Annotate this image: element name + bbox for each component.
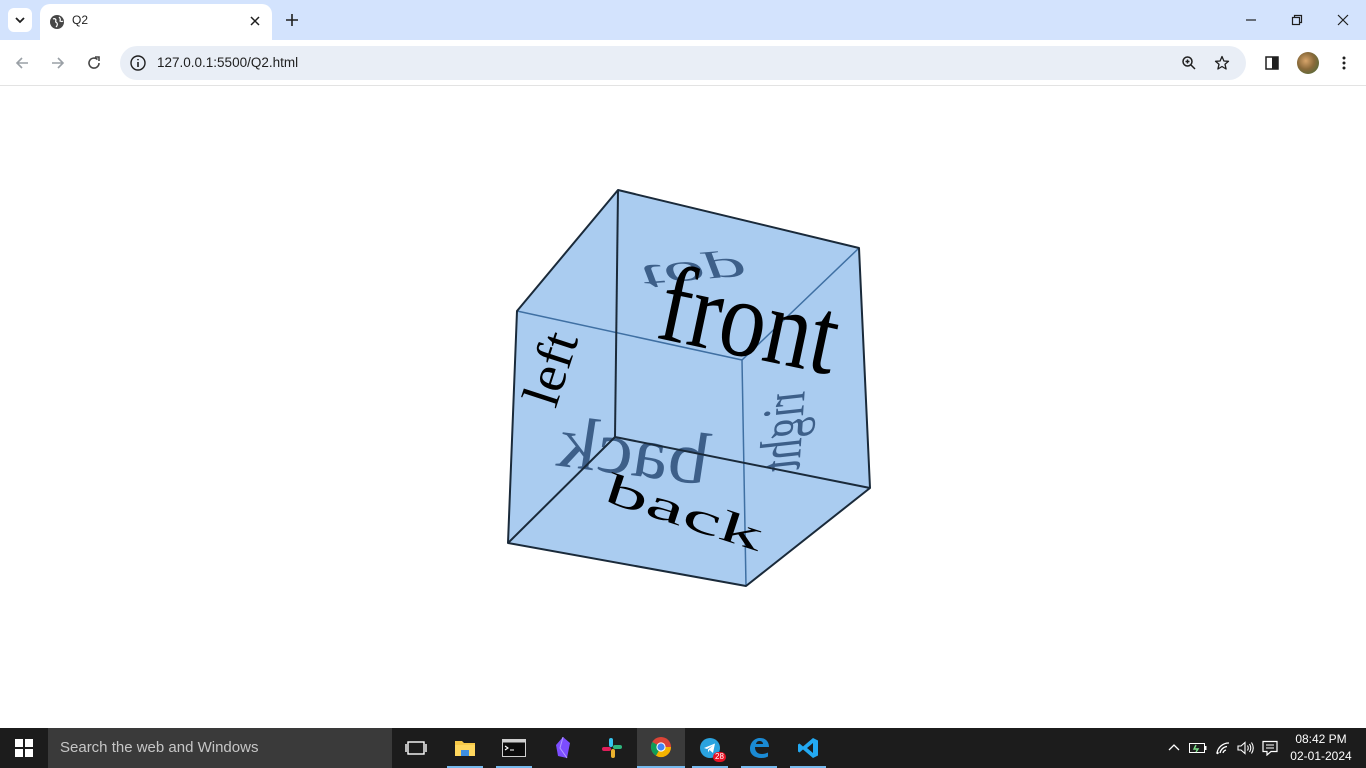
kebab-menu-icon: [1342, 56, 1346, 70]
taskbar-clock[interactable]: 08:42 PM 02-01-2024: [1288, 731, 1354, 765]
star-icon: [1214, 55, 1230, 70]
vscode-icon: [798, 738, 818, 758]
cube-label-right: right: [747, 389, 818, 476]
battery-button[interactable]: [1187, 728, 1209, 768]
telegram-button[interactable]: 28: [686, 728, 734, 768]
minimize-icon: [1246, 19, 1256, 21]
start-button[interactable]: [0, 728, 48, 768]
cube-scene: top back right front left back: [507, 189, 871, 587]
chrome-icon: [650, 737, 672, 758]
reload-icon: [88, 56, 100, 69]
edge-icon: [750, 738, 769, 758]
close-window-button[interactable]: [1333, 10, 1353, 30]
tab-close-button[interactable]: [246, 12, 264, 30]
address-bar[interactable]: 127.0.0.1:5500/Q2.html: [120, 46, 1246, 80]
browser-tab[interactable]: Q2: [40, 4, 272, 40]
new-tab-button[interactable]: [282, 10, 302, 30]
bookmark-button[interactable]: [1213, 54, 1231, 72]
restore-icon: [1291, 14, 1303, 26]
arrow-left-icon: [15, 57, 28, 69]
notification-icon: [1262, 740, 1278, 756]
taskbar-search-placeholder[interactable]: Search the web and Windows: [60, 739, 258, 756]
browser-toolbar: 127.0.0.1:5500/Q2.html: [0, 40, 1366, 86]
folder-icon: [455, 741, 475, 756]
chrome-button[interactable]: [637, 728, 685, 768]
restore-button[interactable]: [1287, 10, 1307, 30]
side-panel-icon: [1265, 56, 1279, 70]
zoom-button[interactable]: [1180, 54, 1198, 72]
volume-button[interactable]: [1235, 728, 1257, 768]
speaker-icon: [1237, 741, 1254, 755]
back-button[interactable]: [11, 52, 33, 74]
telegram-badge: 28: [713, 752, 726, 762]
url-text[interactable]: 127.0.0.1:5500/Q2.html: [157, 55, 298, 70]
windows-logo-icon: [15, 739, 33, 757]
reload-button[interactable]: [83, 52, 105, 74]
chevron-up-icon: [1168, 744, 1180, 751]
forward-button[interactable]: [47, 52, 69, 74]
taskbar-search-box[interactable]: Search the web and Windows: [48, 728, 392, 768]
close-icon: [1337, 14, 1349, 26]
page-viewport: top back right front left back: [0, 87, 1366, 728]
tab-title: Q2: [72, 13, 89, 27]
minimize-button[interactable]: [1241, 10, 1261, 30]
tray-overflow-button[interactable]: [1164, 728, 1184, 768]
tab-strip: Q2: [0, 0, 1366, 40]
notifications-button[interactable]: [1259, 728, 1281, 768]
slack-button[interactable]: [588, 728, 636, 768]
obsidian-button[interactable]: [539, 728, 587, 768]
task-view-button[interactable]: [392, 728, 440, 768]
obsidian-icon: [556, 737, 570, 759]
wifi-icon: [1216, 742, 1230, 755]
battery-icon: [1189, 743, 1207, 753]
plus-icon: [286, 14, 298, 26]
profile-avatar[interactable]: [1297, 52, 1319, 74]
clock-date: 02-01-2024: [1290, 749, 1352, 763]
close-icon: [250, 16, 260, 26]
tab-search-button[interactable]: [8, 8, 32, 32]
arrow-right-icon: [52, 57, 65, 69]
terminal-button[interactable]: [490, 728, 538, 768]
zoom-icon: [1182, 56, 1196, 70]
network-button[interactable]: [1212, 728, 1234, 768]
vscode-button[interactable]: [784, 728, 832, 768]
side-panel-button[interactable]: [1261, 52, 1283, 74]
edge-button[interactable]: [735, 728, 783, 768]
task-view-icon: [405, 741, 427, 755]
windows-taskbar: Search the web and Windows 28 08:42 PM 0…: [0, 728, 1366, 768]
terminal-icon: [502, 739, 526, 757]
slack-icon: [602, 738, 622, 758]
menu-button[interactable]: [1333, 52, 1355, 74]
site-info-icon[interactable]: [129, 54, 147, 72]
file-explorer-button[interactable]: [441, 728, 489, 768]
chevron-down-icon: [15, 17, 25, 24]
clock-time: 08:42 PM: [1295, 732, 1347, 746]
globe-icon: [50, 15, 64, 29]
